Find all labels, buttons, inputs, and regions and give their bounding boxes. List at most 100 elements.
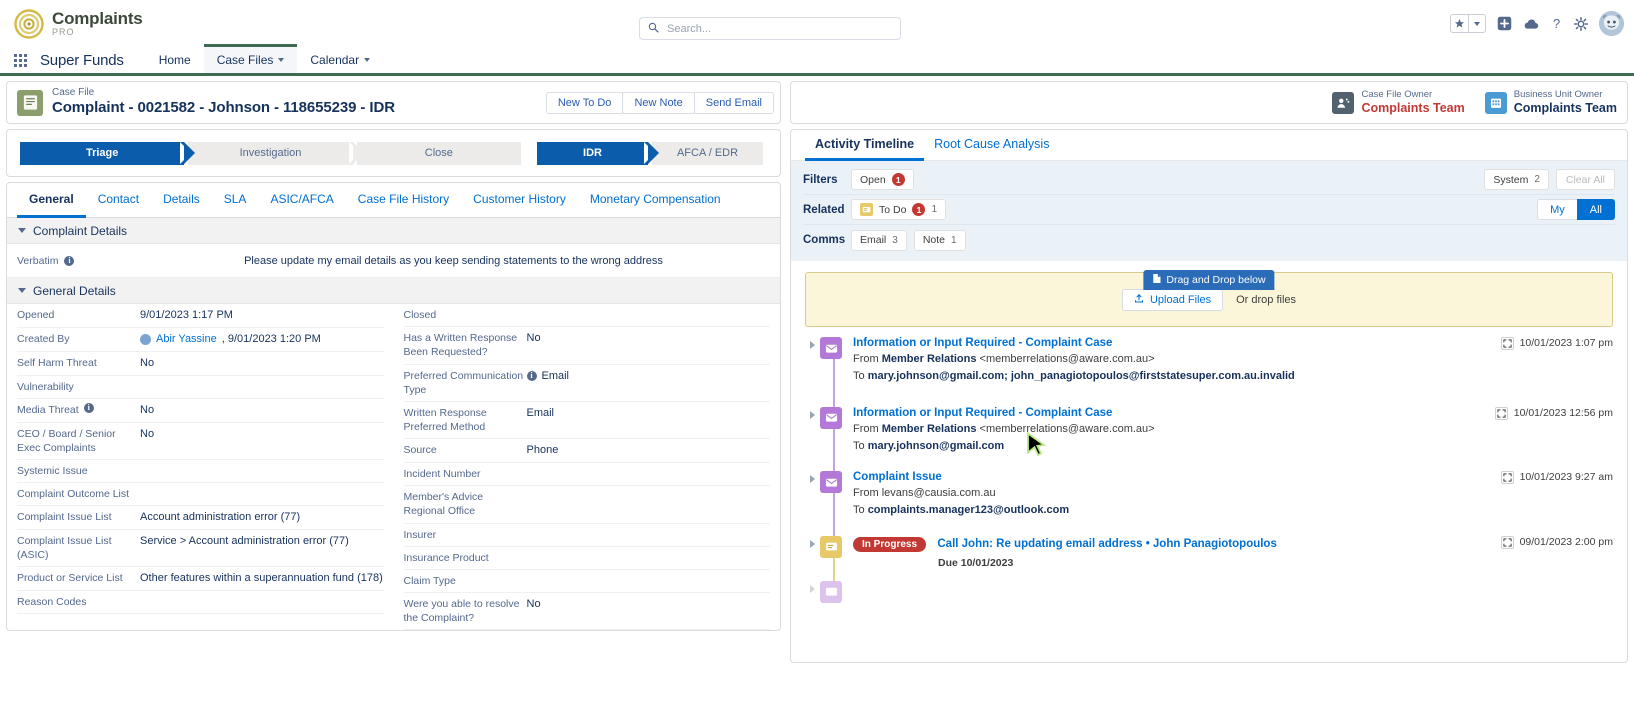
created-by-link[interactable]: Abir Yassine: [156, 332, 217, 347]
expand-toggle[interactable]: [805, 407, 820, 454]
section-complaint-details[interactable]: Complaint Details: [7, 218, 780, 244]
tab-monetary-compensation[interactable]: Monetary Compensation: [578, 183, 733, 218]
brand-logo[interactable]: Complaints PRO: [0, 8, 143, 39]
to-prefix: To: [853, 439, 865, 452]
timeline-item-body: Complaint Issue From levans@causia.com.a…: [853, 471, 1491, 518]
header-icon-group: ?: [1450, 11, 1624, 36]
clear-all-button[interactable]: Clear All: [1555, 169, 1615, 190]
chevron-down-icon[interactable]: [364, 58, 371, 62]
add-icon[interactable]: [1497, 16, 1512, 31]
pill-count: 1: [931, 204, 937, 215]
chevron-down-icon: [18, 288, 26, 293]
tab-label: Contact: [97, 192, 140, 206]
search-input[interactable]: [665, 21, 892, 36]
cloud-icon[interactable]: [1523, 17, 1539, 31]
new-note-button[interactable]: New Note: [622, 91, 695, 114]
expand-toggle[interactable]: [805, 581, 820, 603]
new-todo-button[interactable]: New To Do: [545, 91, 624, 114]
tab-customer-history[interactable]: Customer History: [461, 183, 578, 218]
path-stage-afca-edr[interactable]: AFCA / EDR: [652, 141, 763, 165]
filter-pill-note[interactable]: Note 1: [913, 229, 966, 251]
upload-files-button[interactable]: Upload Files: [1121, 288, 1224, 311]
business-unit-owner[interactable]: Business Unit Owner Complaints Team: [1484, 88, 1617, 117]
file-icon: [1152, 273, 1161, 287]
tab-general[interactable]: General: [17, 183, 86, 218]
field-label-text: Verbatim: [17, 254, 59, 267]
favorites-group[interactable]: [1450, 14, 1486, 33]
timeline-item-title[interactable]: Complaint Issue: [853, 471, 1491, 483]
nav-item-home[interactable]: Home: [146, 47, 204, 73]
owner-name: Complaints Team: [1361, 100, 1465, 115]
expand-toggle[interactable]: [805, 471, 820, 518]
timeline-item-date: 10/01/2023 1:07 pm: [1519, 337, 1613, 349]
path-stage-idr[interactable]: IDR: [537, 141, 659, 165]
tab-asic-afca[interactable]: ASIC/AFCA: [258, 183, 345, 218]
tab-activity-timeline[interactable]: Activity Timeline: [805, 130, 925, 161]
timeline-item-to: To mary.johnson@gmail.com; john_panagiot…: [853, 369, 1491, 383]
timeline-item-title[interactable]: Information or Input Required - Complain…: [853, 407, 1485, 419]
case-file-owner[interactable]: Case File Owner Complaints Team: [1332, 89, 1465, 117]
info-icon[interactable]: i: [64, 255, 75, 266]
activity-timeline-card: Activity Timeline Root Cause Analysis Fi…: [790, 129, 1628, 663]
timeline-filters: Filters Open 1 System 2 Clear All Relate…: [791, 161, 1627, 261]
info-icon[interactable]: i: [83, 402, 94, 413]
email-icon: [820, 337, 842, 359]
app-launcher-icon[interactable]: [0, 47, 40, 73]
expand-view-icon[interactable]: [1500, 471, 1514, 485]
path-stage-close[interactable]: Close: [356, 141, 521, 165]
nav-item-calendar[interactable]: Calendar: [297, 47, 383, 73]
path-stage-label: AFCA / EDR: [676, 147, 739, 159]
scope-my-button[interactable]: My: [1537, 199, 1578, 220]
expand-toggle[interactable]: [805, 536, 820, 569]
pill-badge: 1: [912, 203, 926, 216]
pill-label: Open: [860, 173, 886, 186]
owner-label: Business Unit Owner: [1513, 88, 1603, 100]
nav-item-case-files[interactable]: Case Files: [203, 44, 298, 73]
tab-case-file-history[interactable]: Case File History: [346, 183, 461, 218]
tab-contact[interactable]: Contact: [86, 183, 151, 218]
global-search[interactable]: [639, 17, 901, 40]
timeline-task-due: Due 10/01/2023: [938, 556, 1014, 569]
filter-pill-system[interactable]: System 2: [1484, 169, 1549, 190]
nav-item-label: Calendar: [310, 53, 360, 67]
tab-root-cause-analysis[interactable]: Root Cause Analysis: [924, 130, 1059, 161]
filter-pill-open[interactable]: Open 1: [851, 169, 914, 190]
field-written-response-requested: Has a Written Response Been Requested? N…: [403, 327, 770, 365]
favorites-dropdown-icon[interactable]: [1468, 15, 1485, 32]
path-stage-investigation[interactable]: Investigation: [188, 141, 365, 165]
info-icon[interactable]: i: [526, 370, 537, 381]
field-opened: Opened 9/01/2023 1:17 PM: [17, 304, 384, 328]
avatar: [140, 333, 151, 345]
from-name: Member Relations: [881, 353, 977, 365]
field-value: No: [526, 332, 541, 345]
user-avatar[interactable]: [1599, 11, 1624, 36]
pill-label: To Do: [879, 203, 907, 216]
timeline-spine: [833, 359, 835, 407]
timeline-item-title[interactable]: Information or Input Required - Complain…: [853, 337, 1491, 349]
timeline-list: Information or Input Required - Complain…: [791, 327, 1627, 615]
expand-view-icon[interactable]: [1500, 535, 1514, 549]
filter-row-comms: Comms Email 3 Note 1: [803, 225, 1615, 255]
setup-gear-icon[interactable]: [1574, 16, 1588, 31]
section-general-details[interactable]: General Details: [7, 278, 780, 304]
tab-sla[interactable]: SLA: [212, 183, 259, 218]
path-stage-triage[interactable]: Triage: [20, 141, 196, 165]
filter-pill-todo[interactable]: To Do 1 1: [851, 199, 946, 220]
send-email-button[interactable]: Send Email: [693, 91, 774, 114]
timeline-item: [805, 580, 1613, 615]
upload-icon: [1134, 293, 1144, 307]
timeline-item-title[interactable]: Call John: Re updating email address • J…: [937, 538, 1276, 550]
app-nav-bar: Super Funds Home Case Files Calendar: [0, 44, 1634, 76]
field-complaint-issue-list: Complaint Issue List Account administrat…: [17, 506, 384, 531]
scope-all-button[interactable]: All: [1576, 199, 1615, 220]
timeline-item: Complaint Issue From levans@causia.com.a…: [805, 471, 1613, 536]
favorites-star-icon[interactable]: [1451, 15, 1468, 32]
task-icon: [820, 535, 842, 558]
filter-pill-email[interactable]: Email 3: [851, 229, 907, 251]
expand-view-icon[interactable]: [1500, 337, 1514, 350]
help-icon[interactable]: ?: [1550, 16, 1563, 31]
tab-details[interactable]: Details: [151, 183, 212, 218]
chevron-down-icon[interactable]: [278, 58, 285, 62]
expand-toggle[interactable]: [805, 337, 820, 384]
expand-view-icon[interactable]: [1494, 406, 1508, 420]
